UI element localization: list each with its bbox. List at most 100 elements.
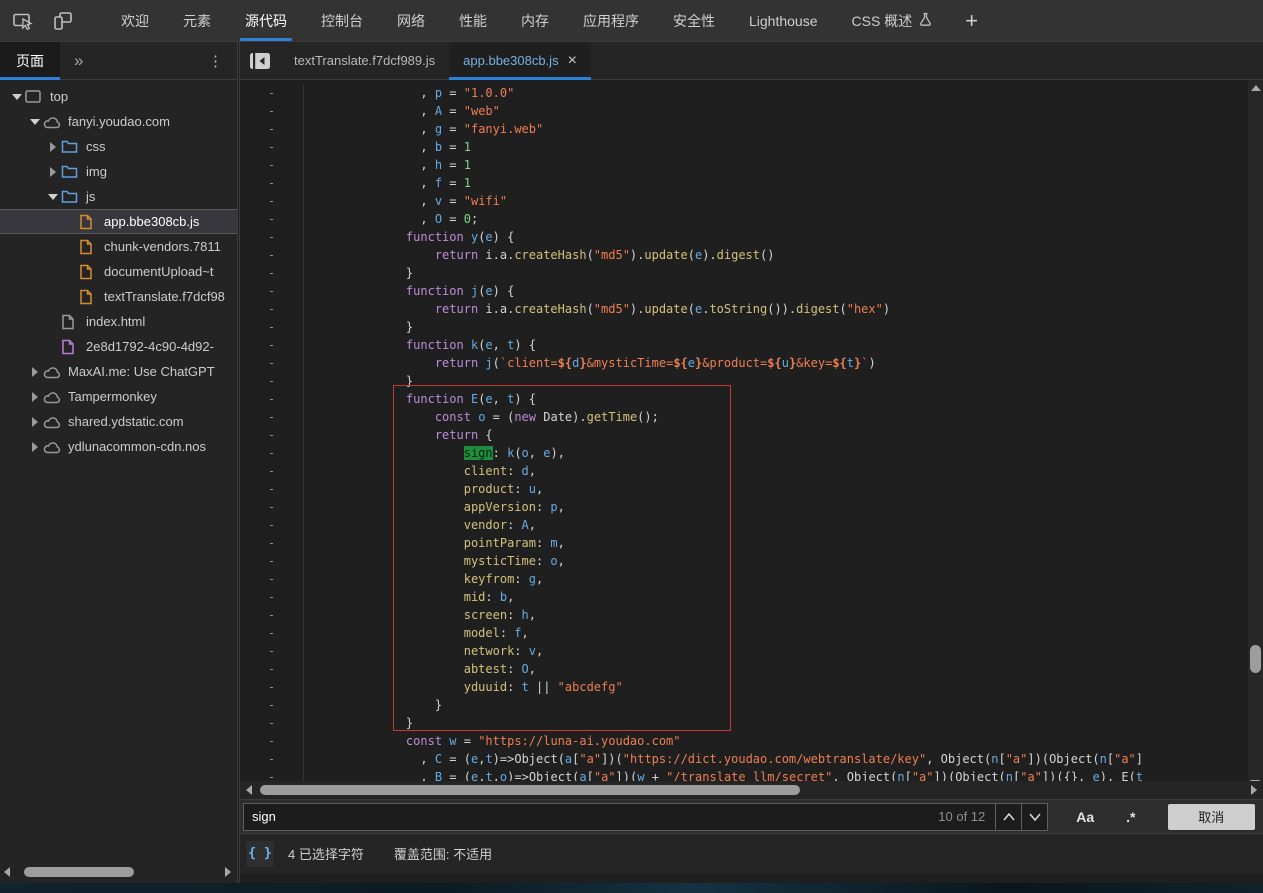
scroll-right-icon[interactable] — [225, 867, 231, 877]
tree-expand-icon[interactable] — [26, 367, 43, 377]
regex-button[interactable]: .* — [1122, 809, 1139, 825]
line-gutter[interactable]: - — [240, 282, 304, 300]
line-gutter[interactable]: - — [240, 696, 304, 714]
device-toolbar-icon[interactable] — [52, 10, 74, 32]
toolbar-tab[interactable]: 元素 — [166, 0, 228, 42]
line-gutter[interactable]: - — [240, 444, 304, 462]
line-gutter[interactable]: - — [240, 588, 304, 606]
tree-expand-icon[interactable] — [26, 392, 43, 402]
tree-item[interactable]: top — [0, 84, 237, 109]
line-gutter[interactable]: - — [240, 318, 304, 336]
tree-item[interactable]: shared.ydstatic.com — [0, 409, 237, 434]
line-gutter[interactable]: - — [240, 570, 304, 588]
line-gutter[interactable]: - — [240, 228, 304, 246]
tree-item[interactable]: fanyi.youdao.com — [0, 109, 237, 134]
tree-item[interactable]: ydlunacommon-cdn.nos — [0, 434, 237, 459]
toolbar-tab[interactable]: 源代码 — [228, 0, 304, 42]
previous-match-button[interactable] — [995, 804, 1021, 830]
hide-navigator-icon[interactable] — [240, 42, 280, 79]
editor-hscrollbar[interactable] — [240, 781, 1263, 799]
tree-item[interactable]: textTranslate.f7dcf98 — [0, 284, 237, 309]
toolbar-tab[interactable]: 网络 — [380, 0, 442, 42]
editor-vscrollbar[interactable] — [1248, 80, 1263, 791]
tree-expand-icon[interactable] — [44, 194, 61, 200]
toolbar-tab[interactable]: CSS 概述 — [835, 0, 950, 42]
close-icon[interactable]: × — [568, 52, 577, 70]
line-gutter[interactable]: - — [240, 354, 304, 372]
search-input[interactable] — [244, 804, 928, 830]
line-gutter[interactable]: - — [240, 120, 304, 138]
scroll-right-icon[interactable] — [1251, 785, 1257, 795]
editor-tab[interactable]: app.bbe308cb.js× — [449, 42, 591, 79]
sidebar-hscrollbar[interactable] — [0, 861, 237, 883]
line-gutter[interactable]: - — [240, 372, 304, 390]
line-gutter[interactable]: - — [240, 498, 304, 516]
tree-item[interactable]: chunk-vendors.7811 — [0, 234, 237, 259]
line-gutter[interactable]: - — [240, 408, 304, 426]
line-gutter[interactable]: - — [240, 264, 304, 282]
line-gutter[interactable]: - — [240, 426, 304, 444]
more-panels-icon[interactable]: » — [60, 51, 95, 71]
tree-item[interactable]: index.html — [0, 309, 237, 334]
editor-hscroll-thumb[interactable] — [260, 785, 800, 795]
tree-item[interactable]: Tampermonkey — [0, 384, 237, 409]
tree-item[interactable]: 2e8d1792-4c90-4d92- — [0, 334, 237, 359]
tree-expand-icon[interactable] — [8, 94, 25, 100]
toolbar-tab[interactable]: 安全性 — [656, 0, 732, 42]
line-gutter[interactable]: - — [240, 480, 304, 498]
line-gutter[interactable]: - — [240, 642, 304, 660]
scroll-left-icon[interactable] — [4, 867, 10, 877]
tree-expand-icon[interactable] — [44, 167, 61, 177]
add-tool-button[interactable]: + — [949, 8, 994, 34]
line-gutter[interactable]: - — [240, 102, 304, 120]
line-gutter[interactable]: - — [240, 138, 304, 156]
tree-item[interactable]: app.bbe308cb.js — [0, 209, 237, 234]
line-gutter[interactable]: - — [240, 624, 304, 642]
vscroll-thumb[interactable] — [1250, 645, 1261, 673]
scroll-up-icon[interactable] — [1251, 85, 1261, 91]
tree-item[interactable]: documentUpload~t — [0, 259, 237, 284]
tree-expand-icon[interactable] — [26, 442, 43, 452]
line-gutter[interactable]: - — [240, 552, 304, 570]
toolbar-tab[interactable]: 应用程序 — [566, 0, 656, 42]
line-gutter[interactable]: - — [240, 678, 304, 696]
toolbar-tab[interactable]: 性能 — [442, 0, 504, 42]
tab-page[interactable]: 页面 — [0, 42, 60, 80]
line-gutter[interactable]: - — [240, 462, 304, 480]
sidebar-menu-icon[interactable]: ⋮ — [194, 52, 237, 70]
line-gutter[interactable]: - — [240, 390, 304, 408]
inspect-element-icon[interactable] — [12, 10, 34, 32]
line-gutter[interactable]: - — [240, 660, 304, 678]
line-gutter[interactable]: - — [240, 174, 304, 192]
line-gutter[interactable]: - — [240, 534, 304, 552]
line-gutter[interactable]: - — [240, 156, 304, 174]
tree-expand-icon[interactable] — [26, 119, 43, 125]
tree-item[interactable]: MaxAI.me: Use ChatGPT — [0, 359, 237, 384]
line-gutter[interactable]: - — [240, 336, 304, 354]
pretty-print-button[interactable]: { } — [246, 841, 274, 867]
line-gutter[interactable]: - — [240, 192, 304, 210]
tree-item[interactable]: js — [0, 184, 237, 209]
tree-expand-icon[interactable] — [26, 417, 43, 427]
cancel-button[interactable]: 取消 — [1168, 804, 1255, 830]
toolbar-tab[interactable]: Lighthouse — [732, 0, 835, 42]
sidebar-hscroll-thumb[interactable] — [24, 867, 134, 877]
scroll-left-icon[interactable] — [246, 785, 252, 795]
tree-expand-icon[interactable] — [44, 142, 61, 152]
match-case-button[interactable]: Aa — [1072, 809, 1098, 825]
line-gutter[interactable]: - — [240, 300, 304, 318]
line-gutter[interactable]: - — [240, 732, 304, 750]
editor-tab[interactable]: textTranslate.f7dcf989.js — [280, 42, 449, 79]
tree-item[interactable]: img — [0, 159, 237, 184]
line-gutter[interactable]: - — [240, 246, 304, 264]
line-gutter[interactable]: - — [240, 714, 304, 732]
line-gutter[interactable]: - — [240, 84, 304, 102]
line-gutter[interactable]: - — [240, 606, 304, 624]
line-gutter[interactable]: - — [240, 750, 304, 768]
line-gutter[interactable]: - — [240, 516, 304, 534]
tree-item[interactable]: css — [0, 134, 237, 159]
toolbar-tab[interactable]: 欢迎 — [104, 0, 166, 42]
line-gutter[interactable]: - — [240, 210, 304, 228]
toolbar-tab[interactable]: 控制台 — [304, 0, 380, 42]
next-match-button[interactable] — [1021, 804, 1047, 830]
